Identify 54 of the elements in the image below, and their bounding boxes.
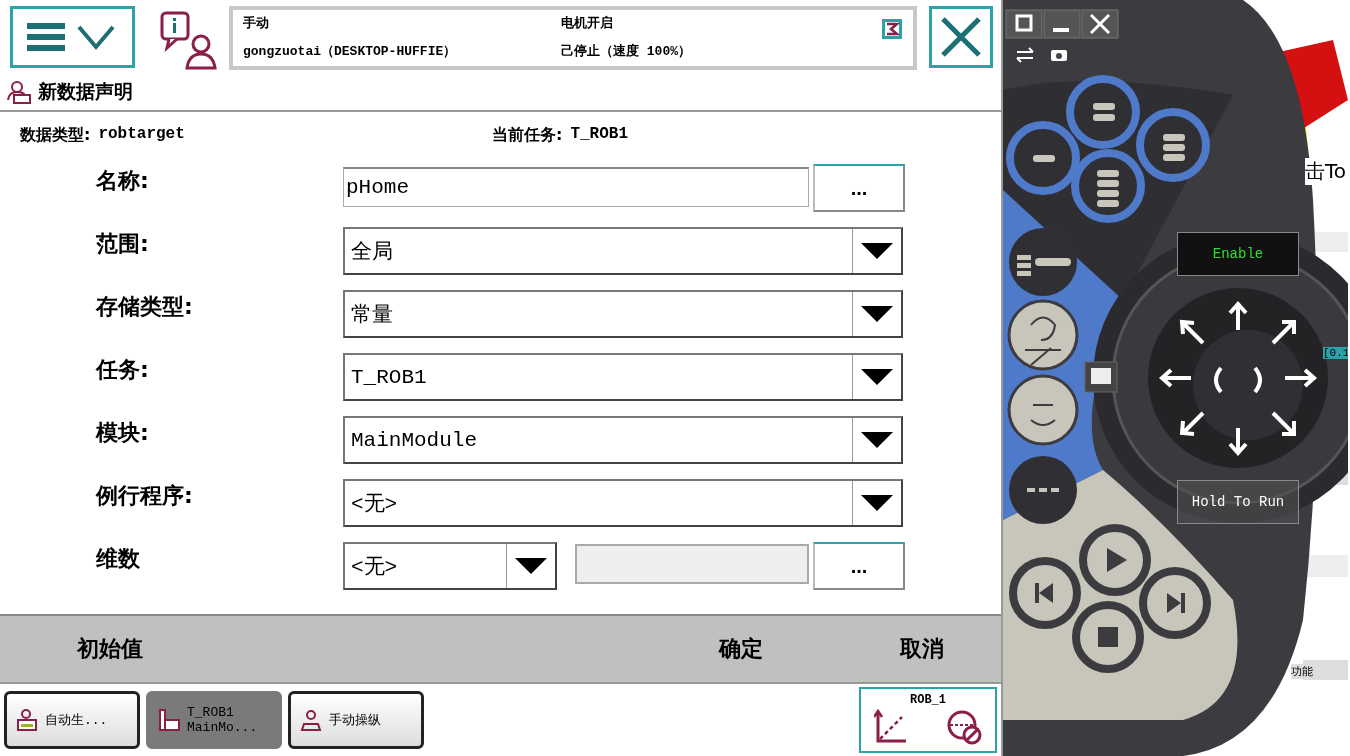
command-button[interactable]: 确定 (640, 616, 842, 682)
background-window-text: 击To (1305, 158, 1347, 185)
field-label: 维数 (96, 545, 141, 573)
browse-button[interactable]: ... (813, 542, 905, 590)
dropdown[interactable]: <无> (343, 479, 903, 527)
field-label: 任务: (96, 356, 150, 384)
hold-to-run-label: Hold To Run (1177, 480, 1299, 524)
name-input[interactable]: pHome (343, 167, 810, 207)
dropdown-arrow-icon (860, 305, 894, 323)
operating-mode: 手动 (243, 15, 270, 32)
task-button[interactable]: 自动生... (4, 691, 140, 749)
menu-button[interactable] (10, 6, 135, 68)
command-button[interactable]: 取消 (842, 616, 1002, 682)
jog-lock-icon (946, 709, 982, 745)
dropdown-arrow-icon (514, 557, 548, 575)
browse-button[interactable]: ... (813, 164, 905, 212)
dropdown[interactable]: 常量 (343, 290, 903, 338)
status-event-icon[interactable] (881, 18, 903, 40)
background-window-text: 功能 (1291, 664, 1313, 679)
background-window-text: [0.1 (1323, 347, 1348, 359)
command-button[interactable]: 初始值 (0, 616, 220, 682)
info-value: robtarget (98, 124, 185, 145)
task-button[interactable]: 手动操纵 (288, 691, 424, 749)
field-label: 存储类型: (96, 293, 194, 321)
dropdown[interactable]: 全局 (343, 227, 903, 275)
dropdown-arrow-icon (860, 431, 894, 449)
field-label: 名称: (96, 167, 150, 195)
person-form-icon (6, 80, 32, 104)
system-name: gongzuotai（DESKTOP-HUFFIE） (243, 43, 458, 60)
field-label: 例行程序: (96, 482, 194, 510)
info-person-icon[interactable] (159, 10, 219, 70)
dropdown[interactable]: T_ROB1 (343, 353, 903, 401)
dropdown-arrow-icon (860, 242, 894, 260)
view-title: 新数据声明 (38, 79, 133, 104)
enable-label: Enable (1177, 232, 1299, 276)
app-icon (299, 708, 323, 732)
close-icon (939, 15, 983, 59)
motor-status: 电机开启 (561, 14, 614, 32)
app-icon (15, 708, 39, 732)
dimension-input[interactable] (575, 544, 809, 584)
task-button[interactable]: T_ROB1 MainMo... (146, 691, 282, 749)
info-label: 当前任务: (492, 124, 563, 146)
close-button[interactable] (929, 6, 993, 68)
dropdown-arrow-icon (860, 368, 894, 386)
dropdown[interactable]: MainModule (343, 416, 903, 464)
program-state: 己停止（速度 100%） (561, 42, 692, 60)
app-icon (157, 708, 181, 732)
info-value: T_ROB1 (570, 124, 628, 145)
dropdown[interactable]: <无> (343, 542, 557, 590)
dropdown-arrow-icon (860, 494, 894, 512)
field-label: 范围: (96, 230, 150, 258)
quickset-button[interactable]: ROB_1 (859, 687, 997, 753)
field-label: 模块: (96, 419, 150, 447)
info-label: 数据类型: (20, 124, 91, 146)
